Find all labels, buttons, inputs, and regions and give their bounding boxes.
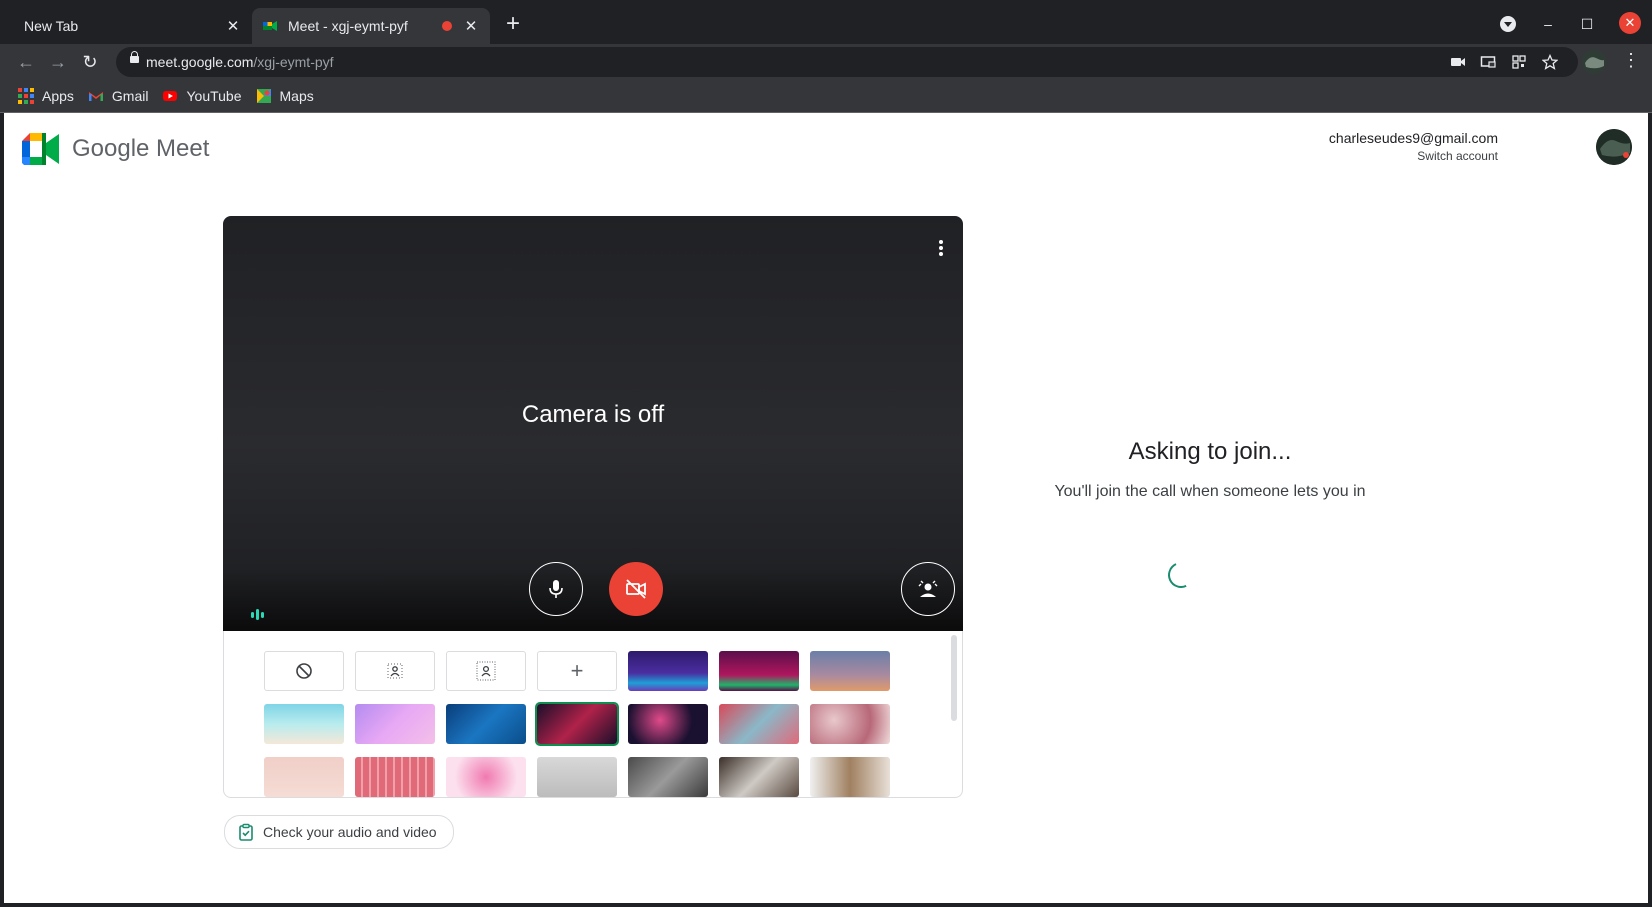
background-tile[interactable] <box>810 704 890 744</box>
check-audio-video-label: Check your audio and video <box>263 824 437 840</box>
background-tile[interactable] <box>355 704 435 744</box>
close-icon[interactable]: ✕ <box>462 17 480 35</box>
close-icon[interactable]: ✕ <box>224 17 242 35</box>
video-preview: Camera is off <box>223 216 963 631</box>
background-tile-selected[interactable] <box>535 702 619 746</box>
forward-button[interactable]: → <box>46 50 70 74</box>
apps-grid-icon <box>18 88 34 104</box>
bookmark-maps[interactable]: Maps <box>256 88 314 104</box>
qr-code-icon[interactable] <box>1511 54 1527 70</box>
maps-icon <box>256 89 271 103</box>
slight-blur-button[interactable] <box>355 651 435 691</box>
no-effect-icon <box>296 663 312 679</box>
camera-off-icon <box>626 579 646 599</box>
bookmark-label: Maps <box>279 88 314 104</box>
audio-level-icon <box>251 609 264 620</box>
background-tile[interactable] <box>628 757 708 797</box>
bookmark-gmail[interactable]: Gmail <box>88 88 149 104</box>
camera-toggle-button[interactable] <box>609 562 663 616</box>
camera-status-text: Camera is off <box>521 401 665 428</box>
camera-in-use-icon[interactable] <box>1450 54 1466 70</box>
check-audio-video-button[interactable]: Check your audio and video <box>224 815 454 849</box>
background-tile[interactable] <box>264 704 344 744</box>
reload-button[interactable]: ↻ <box>78 50 102 74</box>
account-email: charleseudes9@gmail.com <box>1328 130 1498 146</box>
new-tab-button[interactable]: + <box>502 12 524 36</box>
meet-page: Google Meet charleseudes9@gmail.com Swit… <box>4 113 1648 903</box>
maximize-button[interactable]: ☐ <box>1577 14 1597 34</box>
browser-toolbar: ← → ↻ meet.google.com/xgj-eymt-pyf ⋮ <box>0 44 1652 80</box>
logo-text: Google Meet <box>72 135 210 162</box>
meet-logo-icon <box>22 133 59 165</box>
background-tile[interactable] <box>264 757 344 797</box>
more-options-icon[interactable] <box>929 238 953 262</box>
join-status: Asking to join... You'll join the call w… <box>1040 438 1380 504</box>
lock-icon[interactable] <box>130 51 139 63</box>
blur-icon <box>476 661 496 681</box>
background-tile[interactable] <box>628 704 708 744</box>
background-tile[interactable] <box>810 757 890 797</box>
add-background-button[interactable]: + <box>537 651 617 691</box>
background-tile[interactable] <box>446 757 526 797</box>
tab-search-icon[interactable] <box>1500 16 1516 32</box>
tab-new-tab[interactable]: New Tab ✕ <box>10 8 252 44</box>
minimize-button[interactable]: – <box>1538 14 1558 34</box>
join-title: Asking to join... <box>1128 438 1292 465</box>
browser-menu-icon[interactable]: ⋮ <box>1622 50 1640 71</box>
tab-strip: New Tab ✕ Meet - xgj-eymt-pyf ✕ + – ☐ ✕ <box>0 0 1652 44</box>
clipboard-check-icon <box>239 823 253 841</box>
slight-blur-icon <box>387 663 403 679</box>
tab-title: Meet - xgj-eymt-pyf <box>288 18 408 34</box>
browser-window: New Tab ✕ Meet - xgj-eymt-pyf ✕ + – ☐ ✕ … <box>0 0 1652 907</box>
effects-scrollbar[interactable] <box>951 635 957 721</box>
bookmark-label: YouTube <box>186 88 242 104</box>
bookmark-label: Apps <box>42 88 74 104</box>
join-message: You'll join the call when someone lets y… <box>1054 483 1366 500</box>
blur-button[interactable] <box>446 651 526 691</box>
bookmark-youtube[interactable]: YouTube <box>162 88 242 104</box>
account-info: charleseudes9@gmail.com Switch account <box>1329 130 1498 163</box>
url-text: meet.google.com/xgj-eymt-pyf <box>146 54 334 70</box>
background-tile[interactable] <box>446 704 526 744</box>
visual-effects-button[interactable] <box>901 562 955 616</box>
bookmarks-bar: Apps Gmail YouTube Maps <box>0 80 1652 113</box>
no-effect-button[interactable] <box>264 651 344 691</box>
microphone-button[interactable] <box>529 562 583 616</box>
youtube-icon <box>163 91 178 101</box>
background-tile[interactable] <box>537 757 617 797</box>
background-tile[interactable] <box>810 651 890 691</box>
window-close-button[interactable]: ✕ <box>1619 12 1641 34</box>
address-bar[interactable]: meet.google.com/xgj-eymt-pyf <box>116 47 1578 77</box>
account-avatar[interactable] <box>1596 129 1632 165</box>
back-button[interactable]: ← <box>14 50 38 74</box>
background-tile[interactable] <box>719 704 799 744</box>
background-effects-panel: + <box>223 631 963 798</box>
tab-title: New Tab <box>24 18 79 34</box>
background-tile[interactable] <box>719 651 799 691</box>
bookmark-label: Gmail <box>111 88 149 104</box>
google-meet-logo[interactable]: Google Meet <box>22 133 209 165</box>
switch-account-link[interactable]: Switch account <box>1329 149 1498 163</box>
gmail-icon <box>88 92 103 101</box>
bookmark-star-icon[interactable] <box>1542 54 1558 70</box>
meet-favicon-icon <box>263 21 277 31</box>
visual-effects-icon <box>918 580 938 597</box>
background-tile[interactable] <box>719 757 799 797</box>
recording-indicator-icon <box>442 21 452 31</box>
background-tile[interactable] <box>628 651 708 691</box>
profile-avatar-icon[interactable] <box>1582 50 1606 74</box>
loading-spinner-icon <box>1164 558 1198 592</box>
background-tile[interactable] <box>355 757 435 797</box>
cast-icon[interactable] <box>1480 54 1496 70</box>
plus-icon: + <box>570 658 584 683</box>
bookmark-apps[interactable]: Apps <box>18 88 74 104</box>
microphone-icon <box>549 580 563 598</box>
tab-meet[interactable]: Meet - xgj-eymt-pyf ✕ <box>252 8 490 44</box>
